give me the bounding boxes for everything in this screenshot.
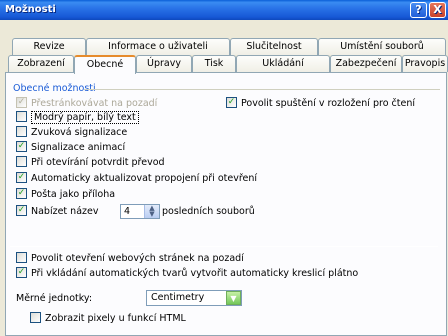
option-animation[interactable]: ✓ Signalizace animací: [16, 141, 125, 154]
checkbox-sound[interactable]: [16, 126, 27, 137]
checkbox-recent-files[interactable]: ✓: [16, 205, 27, 216]
section-divider: [84, 89, 440, 90]
option-web-background[interactable]: Povolit otevření webových stránek na poz…: [16, 252, 244, 265]
checkbox-repaginate[interactable]: ✓: [16, 97, 27, 108]
separator: [10, 246, 438, 247]
tab-informace-o-uzivateli[interactable]: Informace o uživateli: [86, 38, 230, 55]
option-recent-files[interactable]: ✓ Nabízet název: [16, 205, 98, 218]
tab-obecne[interactable]: Obecné: [74, 55, 136, 74]
option-blue-paper[interactable]: Modrý papír, bílý text: [16, 111, 139, 124]
tab-ukladani[interactable]: Ukládání: [236, 55, 330, 72]
tab-upravy[interactable]: Úpravy: [136, 55, 192, 72]
option-confirm-convert[interactable]: Při otevírání potvrdit převod: [16, 156, 165, 169]
checkbox-web-background[interactable]: [16, 252, 27, 263]
chevron-down-icon[interactable]: ▼: [226, 291, 241, 305]
units-label: Měrné jednotky:: [16, 293, 93, 304]
checkbox-auto-canvas[interactable]: ✓: [16, 267, 27, 278]
title-bar: Možnosti ? X: [0, 0, 448, 20]
tab-slucitelnost[interactable]: Slučitelnost: [230, 38, 318, 55]
option-mail-attach[interactable]: ✓ Pošta jako příloha: [16, 188, 115, 201]
option-html-pixels[interactable]: Zobrazit pixely u funkcí HTML: [30, 312, 186, 325]
option-repaginate[interactable]: ✓ Přestránkovávat na pozadí: [16, 97, 157, 110]
close-button[interactable]: X: [429, 2, 446, 18]
options-dialog: Možnosti ? X Revize Informace o uživatel…: [0, 0, 448, 336]
checkbox-html-pixels[interactable]: [30, 312, 41, 323]
tab-zobrazeni[interactable]: Zobrazení: [8, 55, 74, 72]
tab-umisteni-souboru[interactable]: Umístění souborů: [318, 38, 446, 55]
checkbox-allow-reading-layout[interactable]: ✓: [226, 97, 237, 108]
checkbox-animation[interactable]: ✓: [16, 141, 27, 152]
help-button[interactable]: ?: [410, 2, 427, 18]
tab-pravopis[interactable]: Pravopis: [402, 55, 448, 72]
recent-files-spinner[interactable]: ▲ ▼: [144, 205, 159, 218]
tab-tisk[interactable]: Tisk: [192, 55, 236, 72]
window-title: Možnosti: [5, 4, 56, 15]
tab-revize[interactable]: Revize: [12, 38, 86, 55]
option-sound[interactable]: Zvuková signalizace: [16, 126, 127, 139]
checkbox-mail-attach[interactable]: ✓: [16, 188, 27, 199]
option-update-links[interactable]: ✓ Automaticky aktualizovat propojení při …: [16, 172, 257, 185]
checkbox-confirm-convert[interactable]: [16, 156, 27, 167]
checkbox-blue-paper[interactable]: [16, 111, 27, 122]
option-allow-reading-layout[interactable]: ✓ Povolit spuštění v rozložení pro čtení: [226, 97, 415, 110]
checkbox-update-links[interactable]: ✓: [16, 172, 27, 183]
recent-files-suffix: posledních souborů: [162, 206, 255, 217]
option-auto-canvas[interactable]: ✓ Při vkládání automatických tvarů vytvoř…: [16, 267, 358, 280]
tab-zabezpeceni[interactable]: Zabezpečení: [330, 55, 402, 72]
